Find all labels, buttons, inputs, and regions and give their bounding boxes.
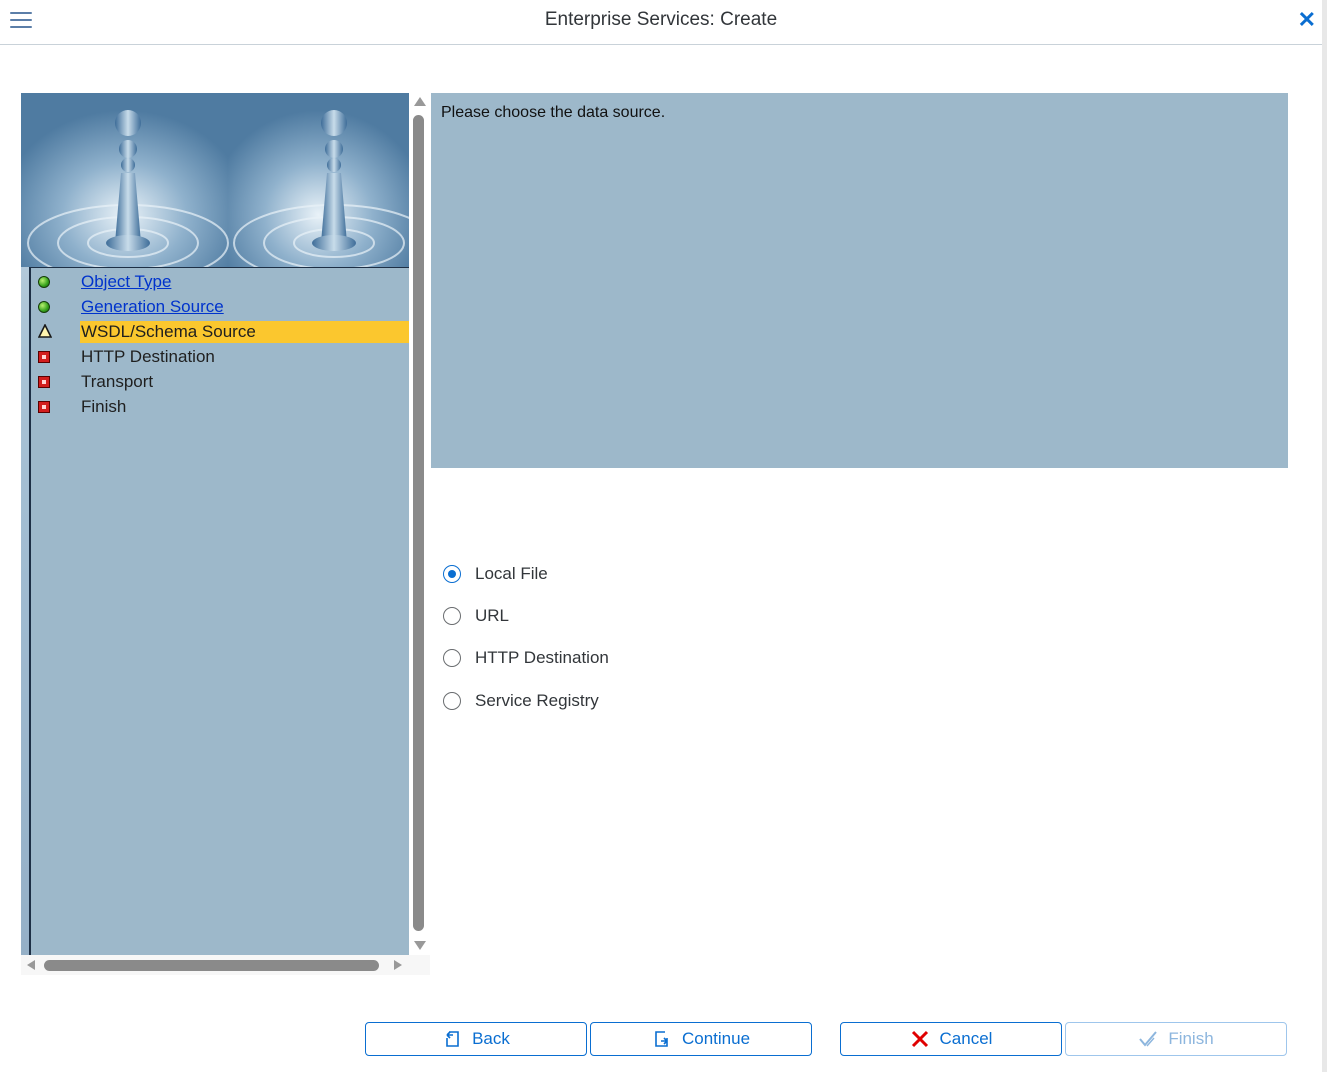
step-label: WSDL/Schema Source [81, 322, 256, 341]
pending-status-icon [38, 351, 50, 363]
completed-status-icon [38, 276, 50, 288]
instruction-text: Please choose the data source. [441, 104, 666, 121]
window-title: Enterprise Services: Create [544, 9, 778, 30]
continue-button[interactable]: Continue [590, 1022, 812, 1056]
horizontal-scrollbar[interactable] [21, 955, 430, 975]
scroll-down-arrow-icon[interactable] [414, 941, 426, 950]
step-wsdl-schema-source: WSDL/Schema Source [31, 321, 409, 343]
step-finish: Finish [31, 396, 409, 418]
instruction-panel: Please choose the data source. [431, 93, 1288, 468]
horizontal-scroll-thumb[interactable] [44, 960, 379, 971]
completed-status-icon [38, 301, 50, 313]
step-http-destination: HTTP Destination [31, 346, 409, 368]
water-drop-image [21, 93, 409, 267]
window-edge [1322, 0, 1327, 1072]
radio-button[interactable] [443, 649, 461, 667]
scroll-left-arrow-icon[interactable] [27, 960, 35, 970]
step-label: Transport [81, 372, 154, 391]
step-label: HTTP Destination [81, 347, 215, 366]
option-label[interactable]: Service Registry [475, 691, 599, 711]
cancel-label: Cancel [939, 1029, 993, 1048]
radio-button-selected[interactable] [443, 565, 461, 583]
vertical-scrollbar[interactable] [410, 93, 430, 955]
continue-label: Continue [681, 1029, 751, 1048]
finish-check-icon [1139, 1031, 1158, 1047]
radio-button[interactable] [443, 607, 461, 625]
back-label: Back [472, 1029, 510, 1048]
radio-button[interactable] [443, 692, 461, 710]
roadmap-steps: Object Type Generation Source WSDL/Schem… [29, 267, 409, 955]
step-label[interactable]: Object Type [81, 272, 171, 292]
back-icon [446, 1031, 459, 1047]
roadmap-pane: Object Type Generation Source WSDL/Schem… [21, 93, 409, 955]
scroll-right-arrow-icon[interactable] [394, 960, 402, 970]
option-label[interactable]: URL [475, 606, 509, 626]
back-button[interactable]: Back [365, 1022, 587, 1056]
title-bar: Enterprise Services: Create ✕ [0, 0, 1322, 45]
option-label[interactable]: HTTP Destination [475, 648, 609, 668]
step-label[interactable]: Generation Source [81, 297, 224, 317]
step-object-type[interactable]: Object Type [31, 271, 409, 293]
cancel-x-icon [911, 1030, 928, 1048]
pending-status-icon [38, 376, 50, 388]
cancel-button[interactable]: Cancel [840, 1022, 1062, 1056]
vertical-scroll-thumb[interactable] [413, 115, 424, 931]
pending-status-icon [38, 401, 50, 413]
warning-triangle-icon [38, 324, 52, 338]
scroll-up-arrow-icon[interactable] [414, 97, 426, 106]
finish-label: Finish [1168, 1029, 1214, 1048]
step-transport: Transport [31, 371, 409, 393]
finish-button[interactable]: Finish [1065, 1022, 1287, 1056]
option-label[interactable]: Local File [475, 564, 548, 584]
step-generation-source[interactable]: Generation Source [31, 296, 409, 318]
continue-icon [655, 1031, 668, 1047]
step-label: Finish [81, 397, 127, 416]
close-icon[interactable]: ✕ [1298, 7, 1316, 33]
